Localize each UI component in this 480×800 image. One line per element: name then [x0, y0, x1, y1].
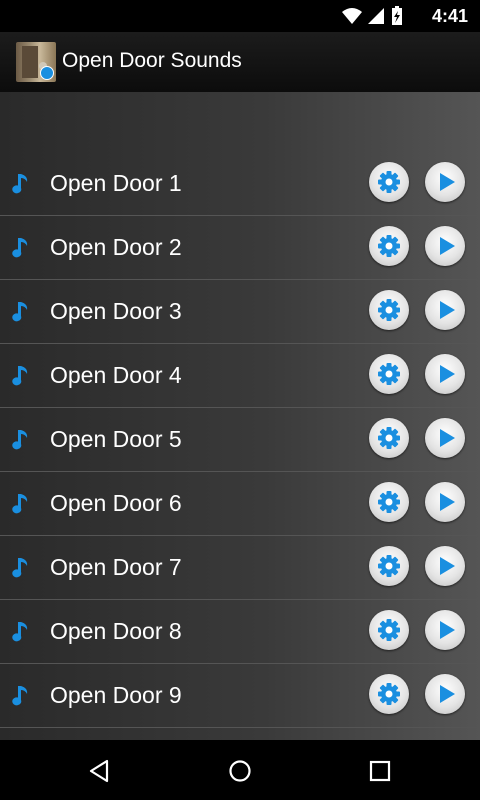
- status-icons: [340, 6, 410, 26]
- gear-icon: [378, 555, 400, 577]
- play-button[interactable]: [425, 482, 465, 522]
- gear-icon: [378, 491, 400, 513]
- sound-list-item[interactable]: Open Door 3: [0, 280, 480, 344]
- music-note-icon: [12, 686, 28, 706]
- gear-icon: [378, 171, 400, 193]
- gear-icon: [378, 299, 400, 321]
- action-bar: Open Door Sounds: [0, 32, 480, 92]
- play-button[interactable]: [425, 418, 465, 458]
- play-button[interactable]: [425, 674, 465, 714]
- play-button[interactable]: [425, 290, 465, 330]
- sound-label: Open Door 2: [50, 234, 182, 260]
- home-icon[interactable]: [227, 758, 253, 784]
- sound-list-item[interactable]: Open Door 7: [0, 536, 480, 600]
- play-button[interactable]: [425, 610, 465, 650]
- play-button[interactable]: [425, 354, 465, 394]
- play-icon: [440, 173, 455, 191]
- app-title: Open Door Sounds: [62, 49, 242, 72]
- music-note-icon: [12, 622, 28, 642]
- music-note-icon: [12, 238, 28, 258]
- sound-label: Open Door 5: [50, 426, 182, 452]
- settings-button[interactable]: [369, 610, 409, 650]
- navigation-bar: [0, 740, 480, 800]
- sound-list-item[interactable]: Open Door 6: [0, 472, 480, 536]
- sound-list-item[interactable]: Open Door 9: [0, 664, 480, 728]
- settings-button[interactable]: [369, 482, 409, 522]
- gear-icon: [378, 683, 400, 705]
- music-note-icon: [12, 366, 28, 386]
- sound-label: Open Door 6: [50, 490, 182, 516]
- music-note-icon: [12, 174, 28, 194]
- play-icon: [440, 685, 455, 703]
- settings-button[interactable]: [369, 354, 409, 394]
- play-button[interactable]: [425, 226, 465, 266]
- gear-icon: [378, 363, 400, 385]
- music-note-icon: [12, 558, 28, 578]
- sound-list-item[interactable]: Open Door 4: [0, 344, 480, 408]
- sound-list-container[interactable]: Open Door 1 Open Door 2 Open Door 3 Open…: [0, 92, 480, 740]
- play-button[interactable]: [425, 162, 465, 202]
- back-icon[interactable]: [87, 758, 113, 784]
- play-icon: [440, 365, 455, 383]
- status-bar: 4:41: [0, 0, 480, 32]
- settings-button[interactable]: [369, 546, 409, 586]
- app-icon[interactable]: [16, 42, 56, 82]
- music-note-icon: [12, 302, 28, 322]
- gear-icon: [378, 427, 400, 449]
- music-note-icon: [12, 430, 28, 450]
- sound-list-item[interactable]: Open Door 8: [0, 600, 480, 664]
- play-icon: [440, 493, 455, 511]
- settings-button[interactable]: [369, 162, 409, 202]
- settings-button[interactable]: [369, 418, 409, 458]
- sound-list-item[interactable]: Open Door 1: [0, 152, 480, 216]
- gear-icon: [378, 235, 400, 257]
- sound-label: Open Door 9: [50, 682, 182, 708]
- play-icon: [440, 621, 455, 639]
- gear-icon: [378, 619, 400, 641]
- play-icon: [440, 429, 455, 447]
- sound-list-item[interactable]: Open Door 5: [0, 408, 480, 472]
- sound-label: Open Door 3: [50, 298, 182, 324]
- sound-label: Open Door 4: [50, 362, 182, 388]
- settings-button[interactable]: [369, 290, 409, 330]
- sound-list: Open Door 1 Open Door 2 Open Door 3 Open…: [0, 152, 480, 728]
- sound-label: Open Door 7: [50, 554, 182, 580]
- clock: 4:41: [431, 6, 468, 26]
- battery-charging-icon: [392, 6, 402, 25]
- play-button[interactable]: [425, 546, 465, 586]
- play-icon: [440, 557, 455, 575]
- play-icon: [440, 237, 455, 255]
- settings-button[interactable]: [369, 226, 409, 266]
- music-note-icon: [12, 494, 28, 514]
- play-icon: [440, 301, 455, 319]
- sound-label: Open Door 1: [50, 170, 182, 196]
- recents-icon[interactable]: [367, 758, 393, 784]
- wifi-icon: [342, 8, 362, 24]
- speaker-icon: [40, 66, 54, 80]
- sound-list-item[interactable]: Open Door 2: [0, 216, 480, 280]
- sound-label: Open Door 8: [50, 618, 182, 644]
- settings-button[interactable]: [369, 674, 409, 714]
- signal-icon: [368, 8, 384, 24]
